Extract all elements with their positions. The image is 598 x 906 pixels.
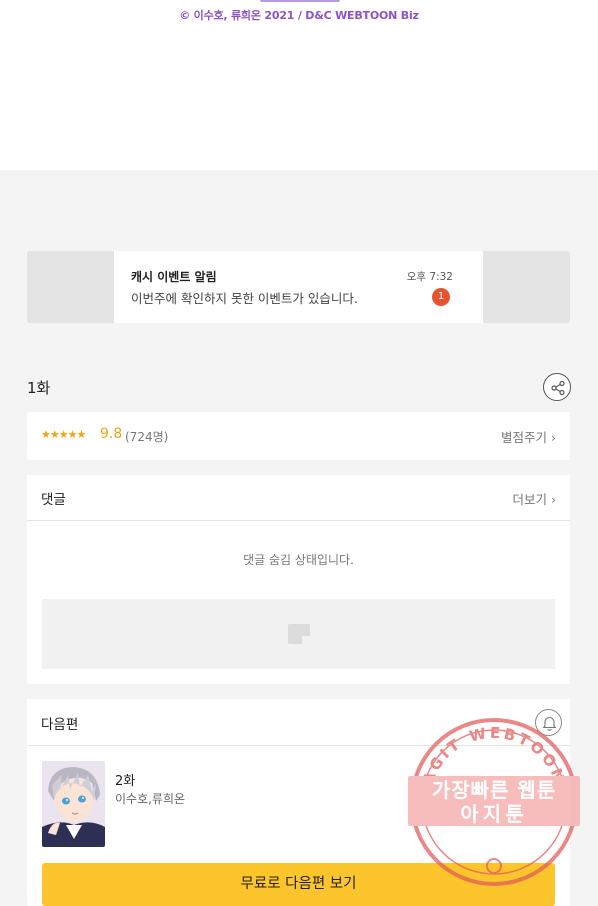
notification-title: 캐시 이벤트 알림: [131, 270, 217, 284]
bell-icon: [542, 716, 557, 731]
comments-hidden-message: 댓글 숨김 상태입니다.: [243, 553, 354, 567]
copyright-text: © 이수호, 류희온 2021 / D&C WEBTOON Biz: [179, 9, 419, 22]
share-icon: [551, 380, 565, 396]
rate-button[interactable]: 별점주기 ›: [501, 427, 556, 446]
free-next-episode-button[interactable]: 무료로 다음편 보기: [42, 863, 555, 906]
notification-message: 이번주에 확인하지 못한 이벤트가 있습니다.: [131, 291, 358, 306]
rating-votes: (724명): [125, 430, 169, 444]
comments-more-link[interactable]: 더보기 ›: [513, 489, 556, 508]
image-placeholder-icon: [288, 624, 310, 644]
rating-stars: ★★★★★: [41, 428, 86, 441]
notification-time: 오후 7:32: [406, 271, 453, 283]
rating-score: 9.8: [100, 426, 123, 442]
next-episode-number: 2화: [115, 774, 136, 789]
next-episode-card: 다음편 2화 이수호,류희온 무료로 다음편 보기: [27, 699, 570, 906]
comments-header: 댓글 더보기 ›: [27, 475, 570, 521]
ad-placeholder: [42, 599, 555, 669]
notification-card[interactable]: 캐시 이벤트 알림 이번주에 확인하지 못한 이벤트가 있습니다. 오후 7:3…: [114, 251, 483, 323]
next-episode-authors: 이수호,류희온: [115, 792, 186, 806]
notification-banner[interactable]: 캐시 이벤트 알림 이번주에 확인하지 못한 이벤트가 있습니다. 오후 7:3…: [27, 251, 570, 323]
notification-count-badge: 1: [432, 288, 450, 306]
rating-card: ★★★★★ 9.8 (724명) 별점주기 ›: [27, 412, 570, 460]
cut-off-text-strip: [260, 0, 340, 2]
next-episode-title: 다음편: [41, 717, 79, 733]
comments-card: 댓글 더보기 › 댓글 숨김 상태입니다.: [27, 475, 570, 684]
episode-title: 1화: [27, 379, 51, 397]
next-episode-thumbnail[interactable]: [42, 761, 105, 847]
share-button[interactable]: [543, 373, 571, 401]
notify-button[interactable]: [535, 709, 562, 736]
comments-title: 댓글: [41, 492, 66, 508]
top-white-area: © 이수호, 류희온 2021 / D&C WEBTOON Biz: [0, 0, 598, 170]
next-episode-header: 다음편: [27, 699, 570, 746]
